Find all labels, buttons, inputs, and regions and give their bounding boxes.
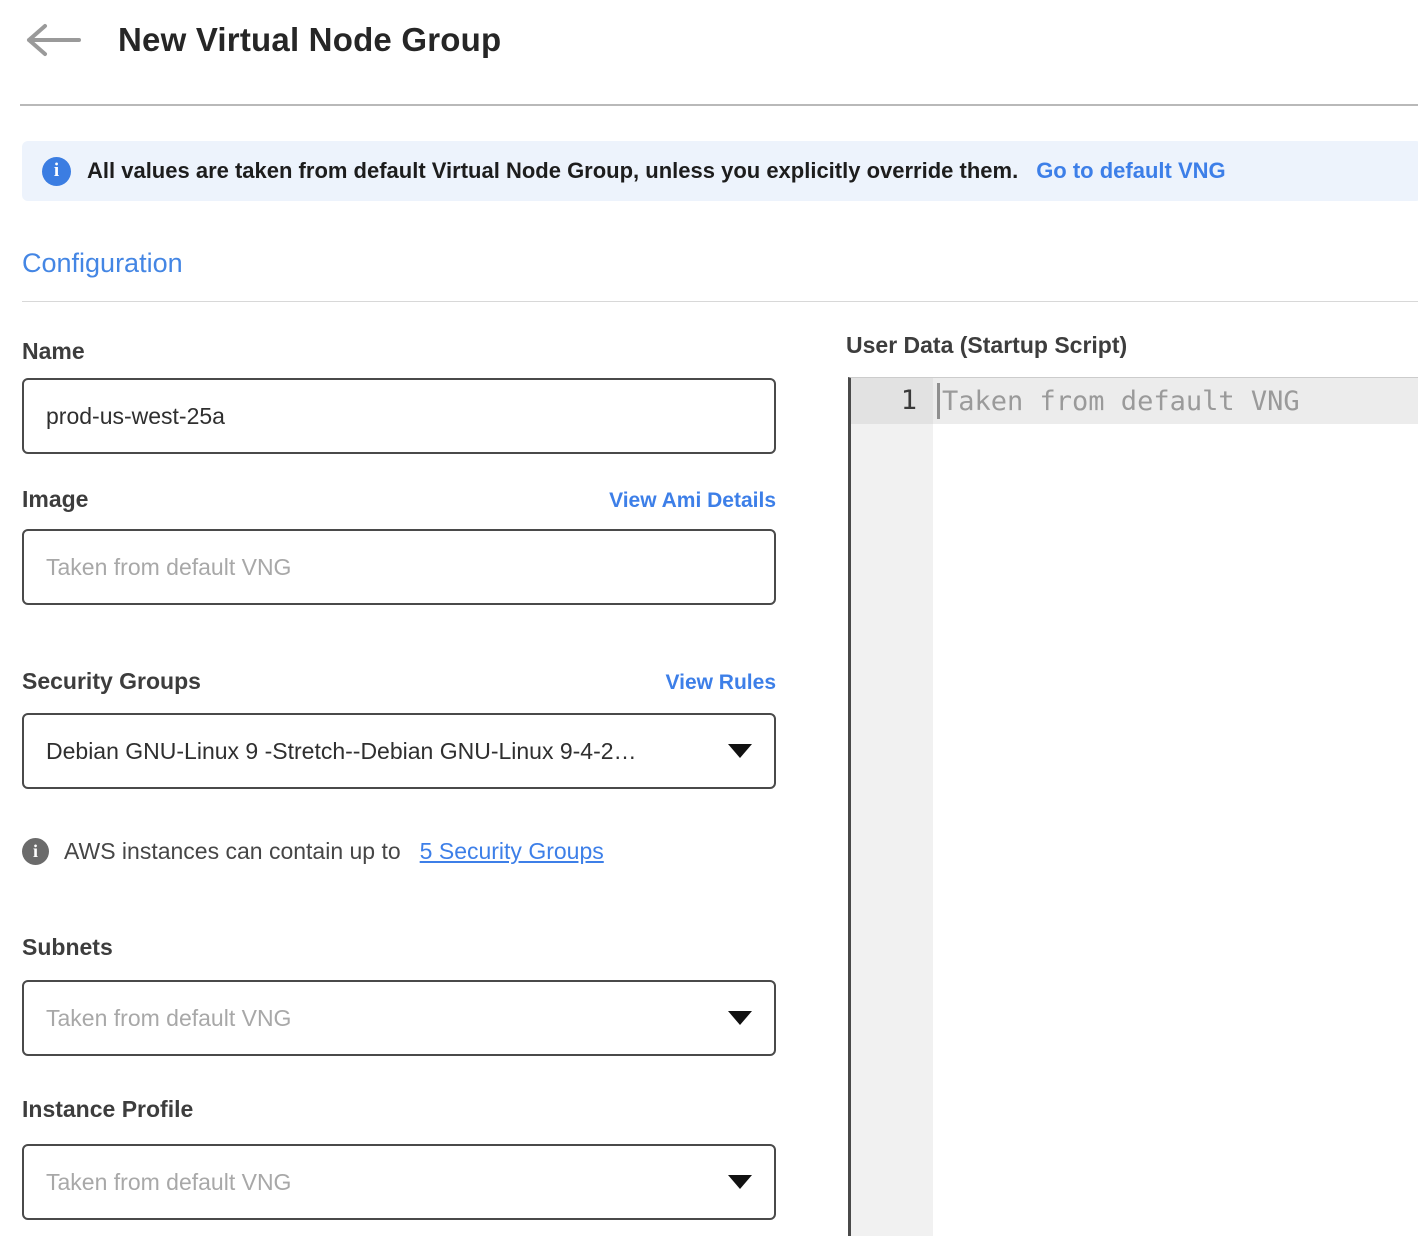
five-security-groups-link[interactable]: 5 Security Groups: [420, 838, 604, 865]
info-icon: i: [42, 157, 71, 186]
instance-profile-label: Instance Profile: [22, 1096, 193, 1123]
section-title-configuration: Configuration: [22, 248, 183, 279]
subnets-field-group: Subnets Taken from default VNG: [22, 934, 776, 1056]
header-divider: [20, 104, 1418, 106]
name-input[interactable]: [22, 378, 776, 454]
chevron-down-icon: [728, 744, 752, 758]
view-rules-link[interactable]: View Rules: [666, 671, 777, 695]
section-divider: [22, 301, 1418, 302]
editor-code-area[interactable]: Taken from default VNG: [933, 378, 1418, 1236]
chevron-down-icon: [728, 1175, 752, 1189]
subnets-placeholder: Taken from default VNG: [46, 1005, 291, 1032]
security-groups-select[interactable]: Debian GNU-Linux 9 -Stretch--Debian GNU-…: [22, 713, 776, 789]
banner-text: All values are taken from default Virtua…: [87, 158, 1018, 184]
subnets-label: Subnets: [22, 934, 113, 961]
page-title: New Virtual Node Group: [118, 21, 501, 59]
image-field-group: Image View Ami Details: [22, 486, 776, 605]
name-label: Name: [22, 338, 85, 365]
image-label: Image: [22, 486, 88, 513]
line-number: 1: [851, 378, 933, 424]
view-ami-details-link[interactable]: View Ami Details: [609, 489, 776, 513]
new-vng-page: New Virtual Node Group i All values are …: [0, 0, 1418, 1236]
name-field-group: Name: [22, 338, 776, 454]
info-icon: i: [22, 838, 49, 865]
user-data-label: User Data (Startup Script): [846, 332, 1127, 359]
subnets-select[interactable]: Taken from default VNG: [22, 980, 776, 1056]
instance-profile-placeholder: Taken from default VNG: [46, 1169, 291, 1196]
editor-active-line: Taken from default VNG: [933, 378, 1418, 424]
chevron-down-icon: [728, 1011, 752, 1025]
security-note-text: AWS instances can contain up to: [64, 838, 401, 865]
editor-line-number-gutter: 1: [851, 378, 933, 1236]
back-arrow-icon[interactable]: [24, 20, 82, 60]
instance-profile-field-group: Instance Profile Taken from default VNG: [22, 1096, 776, 1220]
image-input[interactable]: [22, 529, 776, 605]
security-groups-note: i AWS instances can contain up to 5 Secu…: [22, 838, 604, 865]
editor-placeholder-text: Taken from default VNG: [942, 386, 1300, 417]
go-to-default-vng-link[interactable]: Go to default VNG: [1036, 158, 1225, 184]
user-data-editor[interactable]: 1 Taken from default VNG: [848, 377, 1418, 1236]
instance-profile-select[interactable]: Taken from default VNG: [22, 1144, 776, 1220]
text-cursor: [937, 383, 940, 419]
page-header: New Virtual Node Group: [24, 20, 501, 60]
info-banner: i All values are taken from default Virt…: [22, 141, 1418, 201]
security-groups-field-group: Security Groups View Rules Debian GNU-Li…: [22, 668, 776, 789]
security-groups-label: Security Groups: [22, 668, 201, 695]
security-groups-selected-value: Debian GNU-Linux 9 -Stretch--Debian GNU-…: [46, 738, 637, 765]
